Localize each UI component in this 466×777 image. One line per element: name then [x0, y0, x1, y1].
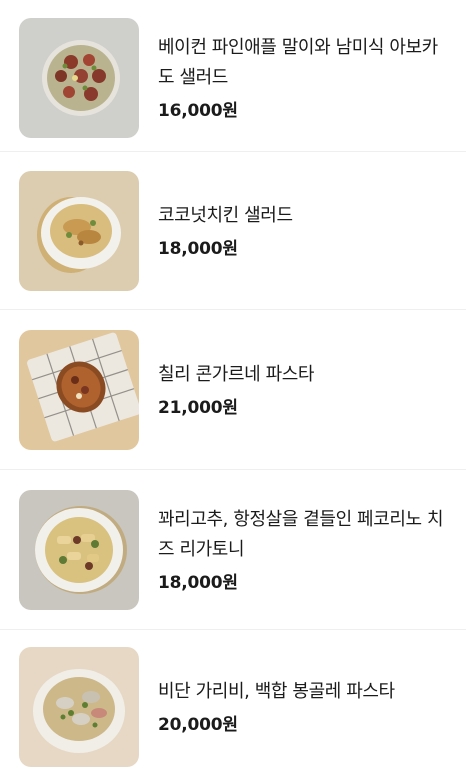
menu-item[interactable]: 꽈리고추, 항정살을 곁들인 페코리노 치즈 리가토니 18,000원: [0, 470, 466, 630]
menu-list: 베이컨 파인애플 말이와 남미식 아보카도 샐러드 16,000원 코코넛치킨 …: [0, 0, 466, 777]
menu-item-photo: [19, 170, 139, 291]
chili-con-carne-pasta-photo: [19, 329, 139, 450]
menu-item-photo: [19, 17, 139, 138]
menu-item[interactable]: 칠리 콘가르네 파스타 21,000원: [0, 310, 466, 470]
menu-item-name: 꽈리고추, 항정살을 곁들인 페코리노 치즈 리가토니: [158, 508, 444, 560]
menu-item-price: 21,000원: [158, 397, 238, 418]
rigatoni-photo: [19, 489, 139, 610]
menu-item[interactable]: 비단 가리비, 백합 봉골레 파스타 20,000원: [0, 630, 466, 777]
menu-item[interactable]: 베이컨 파인애플 말이와 남미식 아보카도 샐러드 16,000원: [0, 0, 466, 152]
vongole-pasta-photo: [19, 646, 139, 767]
salad-bacon-pineapple-photo: [19, 17, 139, 138]
menu-item-name: 칠리 콘가르네 파스타: [158, 363, 315, 385]
menu-item[interactable]: 코코넛치킨 샐러드 18,000원: [0, 152, 466, 310]
coconut-chicken-salad-photo: [19, 170, 139, 291]
menu-item-photo: [19, 489, 139, 610]
menu-item-price: 18,000원: [158, 238, 238, 259]
menu-item-price: 18,000원: [158, 572, 238, 593]
menu-item-price: 20,000원: [158, 714, 238, 735]
menu-item-name: 코코넛치킨 샐러드: [158, 204, 293, 226]
menu-item-price: 16,000원: [158, 100, 238, 121]
menu-item-photo: [19, 329, 139, 450]
menu-item-photo: [19, 646, 139, 767]
menu-item-name: 베이컨 파인애플 말이와 남미식 아보카도 샐러드: [158, 36, 438, 88]
menu-item-name: 비단 가리비, 백합 봉골레 파스타: [158, 680, 395, 702]
